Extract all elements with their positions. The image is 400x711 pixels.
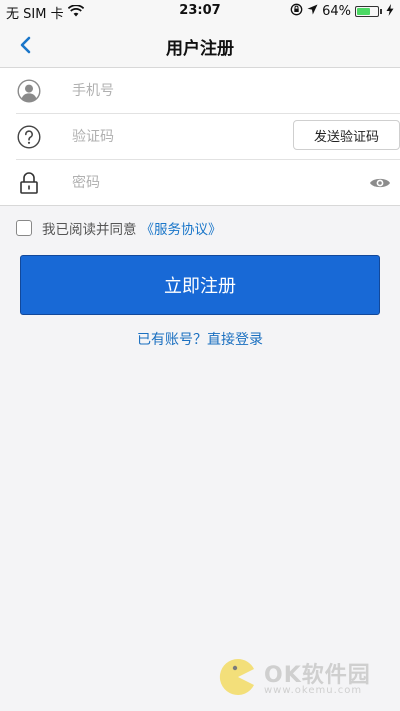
battery-percent: 64% — [322, 4, 351, 19]
agreement-checkbox[interactable] — [16, 220, 32, 236]
orientation-lock-icon — [290, 3, 303, 20]
service-agreement-link[interactable]: 《服务协议》 — [141, 218, 222, 238]
agreement-row: 我已阅读并同意 《服务协议》 — [16, 218, 222, 238]
verification-code-input[interactable] — [72, 125, 282, 149]
battery-cap — [380, 9, 382, 14]
lock-icon — [16, 170, 42, 196]
page-title: 用户注册 — [166, 39, 234, 59]
agreement-text: 我已阅读并同意 — [42, 222, 137, 238]
eye-icon — [370, 178, 390, 188]
charging-icon — [386, 3, 394, 20]
login-link[interactable]: 已有账号？直接登录 — [0, 329, 400, 349]
password-input[interactable] — [72, 171, 282, 195]
register-button[interactable]: 立即注册 — [20, 255, 380, 315]
register-form: 发送验证码 — [0, 68, 400, 206]
battery-fill — [357, 8, 370, 15]
watermark: OK软件园 www.okemu.com — [218, 655, 398, 705]
nav-bar: 用户注册 — [0, 22, 400, 68]
location-icon — [307, 4, 318, 19]
status-bar: 无 SIM 卡 23:07 64% — [0, 0, 400, 22]
user-icon — [16, 78, 42, 104]
send-code-button[interactable]: 发送验证码 — [293, 120, 400, 150]
code-row: 发送验证码 — [0, 114, 400, 160]
battery-icon — [355, 6, 379, 17]
watermark-url: www.okemu.com — [264, 685, 363, 696]
watermark-logo-icon — [218, 657, 258, 701]
phone-row — [0, 68, 400, 114]
password-row — [0, 160, 400, 206]
show-password-toggle[interactable] — [366, 172, 394, 194]
phone-input[interactable] — [72, 79, 282, 103]
status-right: 64% — [290, 3, 394, 20]
question-icon — [16, 124, 42, 150]
